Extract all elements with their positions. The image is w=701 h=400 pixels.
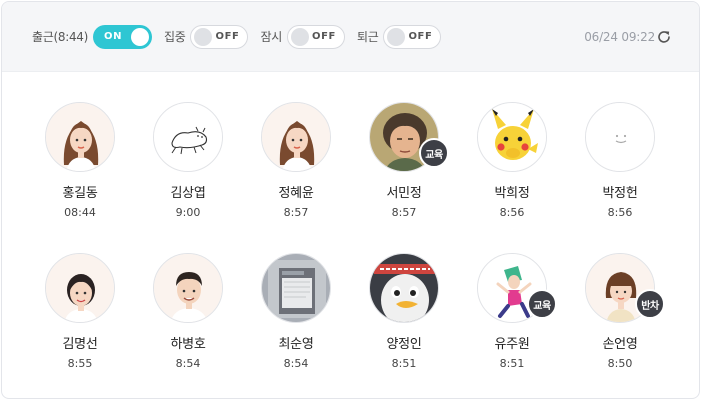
avatar-wrapper <box>261 102 331 172</box>
avatar[interactable] <box>585 102 655 172</box>
toggle-knob <box>194 27 213 46</box>
check-in-time: 8:55 <box>67 357 93 370</box>
avatar[interactable] <box>45 102 115 172</box>
avatar-wrapper <box>45 102 115 172</box>
person-card[interactable]: 박희정 8:56 <box>458 102 566 219</box>
person-name: 손언영 <box>602 337 638 352</box>
avatar-wrapper: 반차 <box>585 253 665 323</box>
away-toggle[interactable]: OFF <box>286 24 345 49</box>
person-card[interactable]: 김명선 8:55 <box>26 253 134 370</box>
status-badge: 교육 <box>527 289 557 319</box>
attendance-panel: 출근(8:44) ON 집중 OFF 잠시 OFF 퇴근 OFF 06/24 0… <box>1 1 700 399</box>
person-name: 양정인 <box>386 337 422 352</box>
commute-toggle[interactable]: ON <box>93 24 152 49</box>
person-card[interactable]: 홍길동 08:44 <box>26 102 134 219</box>
check-in-time: 8:57 <box>283 206 309 219</box>
avatar[interactable] <box>153 102 223 172</box>
person-name: 박희정 <box>494 186 530 201</box>
person-name: 김상엽 <box>170 186 206 201</box>
toggle-state-text: ON <box>104 31 123 42</box>
avatar[interactable] <box>153 253 223 323</box>
status-leave: 퇴근 OFF <box>356 24 442 49</box>
person-name: 유주원 <box>494 337 530 352</box>
avatar-wrapper: 교육 <box>369 102 449 172</box>
toggle-knob <box>290 27 309 46</box>
person-card[interactable]: 교육유주원 8:51 <box>458 253 566 370</box>
person-card[interactable]: 하병호 8:54 <box>134 253 242 370</box>
toggle-state-text: OFF <box>311 31 336 42</box>
status-label-commute: 출근(8:44) <box>32 30 88 44</box>
status-away: 잠시 OFF <box>260 24 345 49</box>
toggle-knob <box>131 27 149 46</box>
toggle-state-text: OFF <box>408 31 433 42</box>
person-card[interactable]: 양정인 8:51 <box>350 253 458 370</box>
status-focus: 집중 OFF <box>164 24 249 49</box>
check-in-time: 9:00 <box>175 206 201 219</box>
avatar[interactable] <box>261 253 331 323</box>
current-datetime: 06/24 09:22 <box>584 30 655 44</box>
check-in-time: 8:56 <box>607 206 633 219</box>
person-name: 김명선 <box>62 337 98 352</box>
check-in-time: 8:57 <box>391 206 417 219</box>
status-label-focus: 집중 <box>164 30 186 44</box>
status-badge: 반차 <box>635 289 665 319</box>
person-name: 최순영 <box>278 337 314 352</box>
avatar[interactable] <box>369 253 439 323</box>
status-label-away: 잠시 <box>260 30 282 44</box>
refresh-icon[interactable] <box>656 29 672 45</box>
check-in-time: 08:44 <box>64 206 96 219</box>
avatar[interactable] <box>45 253 115 323</box>
avatar-wrapper <box>153 253 223 323</box>
check-in-time: 8:50 <box>607 357 633 370</box>
check-in-time: 8:56 <box>499 206 525 219</box>
check-in-time: 8:51 <box>391 357 417 370</box>
avatar-wrapper: 교육 <box>477 253 557 323</box>
person-card[interactable]: 김상엽 9:00 <box>134 102 242 219</box>
person-name: 홍길동 <box>62 186 98 201</box>
avatar[interactable] <box>477 102 547 172</box>
person-card[interactable]: 정혜윤 8:57 <box>242 102 350 219</box>
check-in-time: 8:54 <box>175 357 201 370</box>
avatar-wrapper <box>369 253 439 323</box>
status-bar: 출근(8:44) ON 집중 OFF 잠시 OFF 퇴근 OFF 06/24 0… <box>2 2 699 72</box>
avatar-wrapper <box>261 253 331 323</box>
person-card[interactable]: 반차손언영 8:50 <box>566 253 674 370</box>
avatar-wrapper <box>45 253 115 323</box>
check-in-time: 8:51 <box>499 357 525 370</box>
person-name: 서민정 <box>386 186 422 201</box>
person-name: 박정헌 <box>602 186 638 201</box>
person-name: 하병호 <box>170 337 206 352</box>
avatar[interactable] <box>261 102 331 172</box>
toggle-state-text: OFF <box>215 31 240 42</box>
avatar-wrapper <box>477 102 547 172</box>
leave-toggle[interactable]: OFF <box>383 24 442 49</box>
person-card[interactable]: 최순영 8:54 <box>242 253 350 370</box>
check-in-time: 8:54 <box>283 357 309 370</box>
avatar-wrapper <box>585 102 655 172</box>
status-badge: 교육 <box>419 138 449 168</box>
toggle-knob <box>387 27 406 46</box>
person-card[interactable]: 박정헌 8:56 <box>566 102 674 219</box>
person-name: 정혜윤 <box>278 186 314 201</box>
status-label-leave: 퇴근 <box>356 30 379 44</box>
focus-toggle[interactable]: OFF <box>190 24 249 49</box>
status-commute: 출근(8:44) ON <box>32 24 152 49</box>
avatar-wrapper <box>153 102 223 172</box>
person-card[interactable]: 교육서민정 8:57 <box>350 102 458 219</box>
